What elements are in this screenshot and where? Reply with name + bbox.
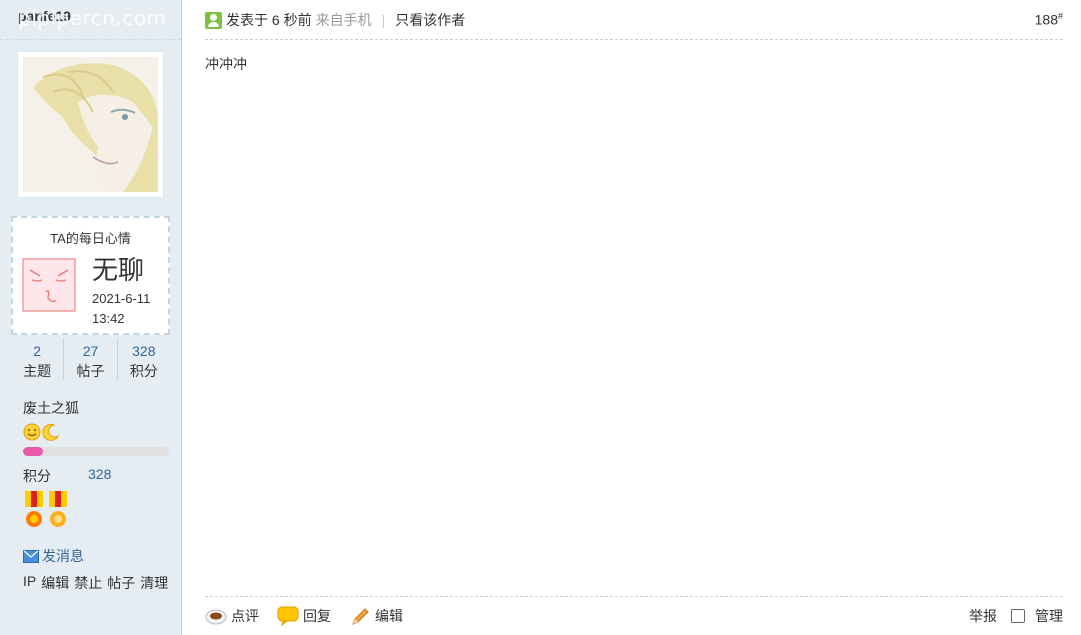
user-online-icon [205, 11, 222, 29]
reply-button[interactable]: 回复 [277, 606, 331, 626]
stat-label: 主题 [23, 363, 52, 379]
points-value: 328 [88, 466, 112, 482]
mood-word: 无聊 [92, 256, 145, 286]
admin-ip-link[interactable]: IP [23, 573, 36, 593]
comment-button[interactable]: 点评 [205, 606, 259, 626]
post-time: 发表于 6 秒前 [226, 12, 312, 28]
daily-mood-card: TA的每日心情 无聊 2021-6-11 13:42 [11, 216, 170, 335]
post-header: 发表于 6 秒前 来自手机 | 只看该作者 188# [205, 9, 1063, 31]
level-progress-fill [23, 447, 44, 456]
admin-posts-link[interactable]: 帖子 [107, 573, 135, 593]
admin-ban-link[interactable]: 禁止 [74, 573, 102, 593]
send-message-label: 发消息 [42, 548, 84, 564]
level-icons [23, 423, 60, 441]
stat-points[interactable]: 328 积分 [118, 338, 170, 380]
stat-value[interactable]: 328 [118, 340, 170, 362]
divider [205, 39, 1063, 40]
user-stats: 2 主题 27 帖子 328 积分 [11, 338, 170, 380]
user-panel: panfe19 pipipercn.com TA的每日心情 无聊 2021-6-… [0, 0, 182, 635]
stat-label: 积分 [129, 363, 158, 379]
divider [205, 596, 1063, 597]
envelope-icon [23, 549, 39, 563]
edit-label: 编辑 [375, 608, 403, 624]
post-content: 冲冲冲 [205, 56, 247, 72]
edit-button[interactable]: 编辑 [349, 606, 403, 626]
comment-icon [205, 609, 227, 625]
site-watermark: pipipercn.com [18, 6, 167, 30]
sun-face-icon [23, 423, 41, 441]
manage-label: 管理 [1035, 608, 1063, 624]
bored-face-icon [22, 258, 76, 312]
manage-checkbox[interactable] [1011, 609, 1025, 623]
report-link[interactable]: 举报 [969, 606, 997, 626]
admin-links: IP 编辑 禁止 帖子 清理 [23, 573, 168, 593]
post-source: 来自手机 [315, 12, 372, 28]
divider [0, 39, 181, 40]
stat-posts[interactable]: 27 帖子 [64, 338, 118, 380]
stat-value[interactable]: 2 [11, 340, 63, 362]
comment-label: 点评 [231, 608, 259, 624]
separator: | [381, 12, 386, 28]
only-author-link[interactable]: 只看该作者 [395, 10, 465, 30]
moon-icon [42, 423, 60, 441]
floor-value: 188 [1034, 11, 1058, 28]
avatar-image [23, 57, 158, 192]
points-label: 积分 [23, 468, 51, 484]
post-admin-actions: 举报 管理 [969, 606, 1063, 626]
floor-mark: # [1057, 11, 1063, 21]
send-message-link[interactable]: 发消息 [23, 546, 84, 566]
reply-label: 回复 [303, 608, 331, 624]
mood-time: 13:42 [92, 311, 125, 326]
stat-threads[interactable]: 2 主题 [11, 338, 65, 380]
post-actions: 点评 回复 编辑 举报 管理 [205, 604, 1063, 628]
stat-value[interactable]: 27 [64, 340, 116, 362]
medal-icon[interactable] [23, 491, 45, 531]
user-group[interactable]: 废土之狐 [23, 398, 79, 418]
medal-icon[interactable] [47, 491, 69, 531]
pencil-icon [352, 608, 369, 625]
level-progress-bar [23, 447, 169, 456]
stat-label: 帖子 [76, 363, 105, 379]
mood-title: TA的每日心情 [50, 231, 131, 246]
reply-icon [277, 606, 299, 626]
mood-datetime: 2021-6-11 13:42 [92, 289, 150, 329]
mood-date: 2021-6-11 [92, 291, 151, 306]
admin-clean-link[interactable]: 清理 [140, 573, 168, 593]
avatar[interactable] [17, 51, 164, 198]
medals [23, 491, 69, 531]
floor-number[interactable]: 188# [1035, 11, 1063, 28]
admin-edit-link[interactable]: 编辑 [41, 573, 69, 593]
